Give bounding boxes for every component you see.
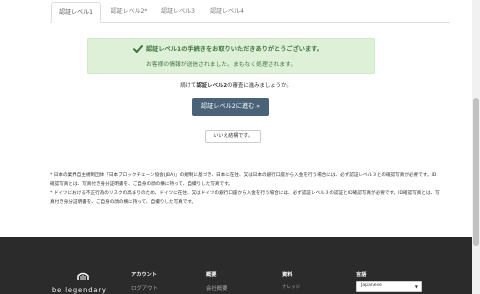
japan-requirement-note: * 日本の業界自主規制団体「日本ブロックチェーン協会(JBA)」の規制に基づき、… xyxy=(50,173,437,187)
footer-heading-account: アカウント xyxy=(131,272,157,278)
footer-link-logout[interactable]: ログアウト xyxy=(131,284,158,292)
footer-link-company[interactable]: 会社概要 xyxy=(206,284,228,292)
alert-message: お客様の情報が送信されました。まもなく処理されます。 xyxy=(146,62,297,68)
verification-tabs: 認証レベル1 認証レベル2* 認証レベル3 認証レベル4 xyxy=(50,0,450,23)
tab-level-1[interactable]: 認証レベル1 xyxy=(51,2,101,23)
footer-heading-overview: 概要 xyxy=(206,272,217,278)
tab-level-2[interactable]: 認証レベル2* xyxy=(104,2,154,21)
tab-level-3[interactable]: 認証レベル3 xyxy=(154,2,202,21)
checkmark-icon xyxy=(133,45,143,53)
prompt-prefix: 続けて xyxy=(180,83,197,89)
decline-button[interactable]: いいえ結構です。 xyxy=(205,130,261,143)
prompt-suffix: の審査に進みましょうか。 xyxy=(227,83,292,89)
alert-title: 認証レベル1の手続きをお取りいただきありがとうございます。 xyxy=(146,46,323,53)
continue-prompt: 続けて認証レベル2の審査に進みましょうか。 xyxy=(0,81,472,89)
brand-tagline: be legendary xyxy=(52,286,107,294)
language-select-value: Japanese xyxy=(361,283,382,288)
success-alert: 認証レベル1の手続きをお取りいただきありがとうございます。 お客様の情報が送信さ… xyxy=(87,38,375,74)
logo-icon xyxy=(77,272,89,280)
proceed-level-2-button[interactable]: 認証レベル2に進む » xyxy=(192,98,269,116)
tab-level-4[interactable]: 認証レベル4 xyxy=(202,2,252,21)
scrollbar-thumb[interactable] xyxy=(473,98,479,246)
page-scrollbar[interactable] xyxy=(472,0,480,294)
footer-link-knowledge[interactable]: ナレッジ xyxy=(282,284,300,290)
germany-requirement-note: * ドイツにおける不正行為のリスクの高まりのため、ドイツに在住、又はドイツの銀行… xyxy=(50,191,440,205)
prompt-level: 認証レベル2 xyxy=(196,83,228,89)
language-select[interactable]: Japanese ▼ xyxy=(356,281,422,292)
chevron-down-icon: ▼ xyxy=(414,284,418,289)
footer-heading-language: 言語 xyxy=(356,272,367,278)
footer-heading-resources: 資料 xyxy=(282,272,293,278)
